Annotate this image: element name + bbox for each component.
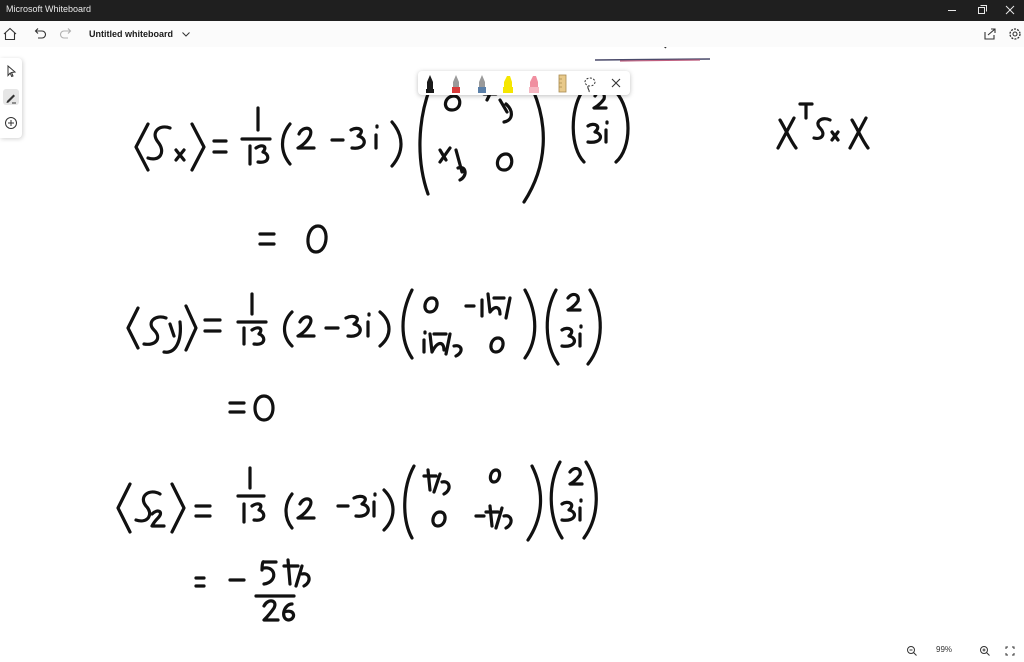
- zoom-in-icon[interactable]: [979, 644, 991, 656]
- blue-pen[interactable]: [474, 73, 490, 93]
- partial-strokes: [594, 47, 711, 62]
- sz-result: [194, 558, 311, 622]
- sx-expectation: [134, 86, 630, 204]
- fit-screen-icon[interactable]: [1004, 644, 1016, 656]
- board-title[interactable]: Untitled whiteboard: [89, 29, 173, 39]
- chevron-down-icon[interactable]: [180, 27, 192, 39]
- zoom-level: 99%: [936, 645, 953, 654]
- share-icon[interactable]: [980, 24, 1000, 44]
- close-icon[interactable]: [608, 73, 624, 93]
- zoom-out-icon[interactable]: [906, 644, 918, 656]
- settings-icon[interactable]: [1006, 24, 1024, 44]
- restore-icon[interactable]: [967, 0, 997, 21]
- lasso-icon[interactable]: [582, 73, 598, 93]
- status-bar: 99%: [0, 643, 1024, 658]
- sx-result: [258, 224, 328, 254]
- home-icon[interactable]: [0, 24, 20, 44]
- yellow-highlighter[interactable]: [500, 73, 516, 93]
- minimize-icon[interactable]: [937, 0, 967, 21]
- pink-highlighter[interactable]: [526, 73, 542, 93]
- pen-tray: [418, 71, 630, 95]
- title-bar: Microsoft Whiteboard: [0, 0, 1024, 21]
- sy-expectation: [126, 288, 602, 366]
- sz-expectation: [116, 460, 598, 542]
- sy-result: [228, 394, 275, 422]
- close-icon[interactable]: [995, 0, 1024, 21]
- undo-icon[interactable]: [30, 24, 50, 44]
- red-pen[interactable]: [448, 73, 464, 93]
- whiteboard-canvas[interactable]: [0, 47, 1024, 643]
- ruler-icon[interactable]: [554, 73, 570, 93]
- redo-icon[interactable]: [56, 24, 76, 44]
- app-title: Microsoft Whiteboard: [6, 4, 92, 14]
- side-note: [776, 102, 870, 150]
- black-pen[interactable]: [422, 73, 438, 93]
